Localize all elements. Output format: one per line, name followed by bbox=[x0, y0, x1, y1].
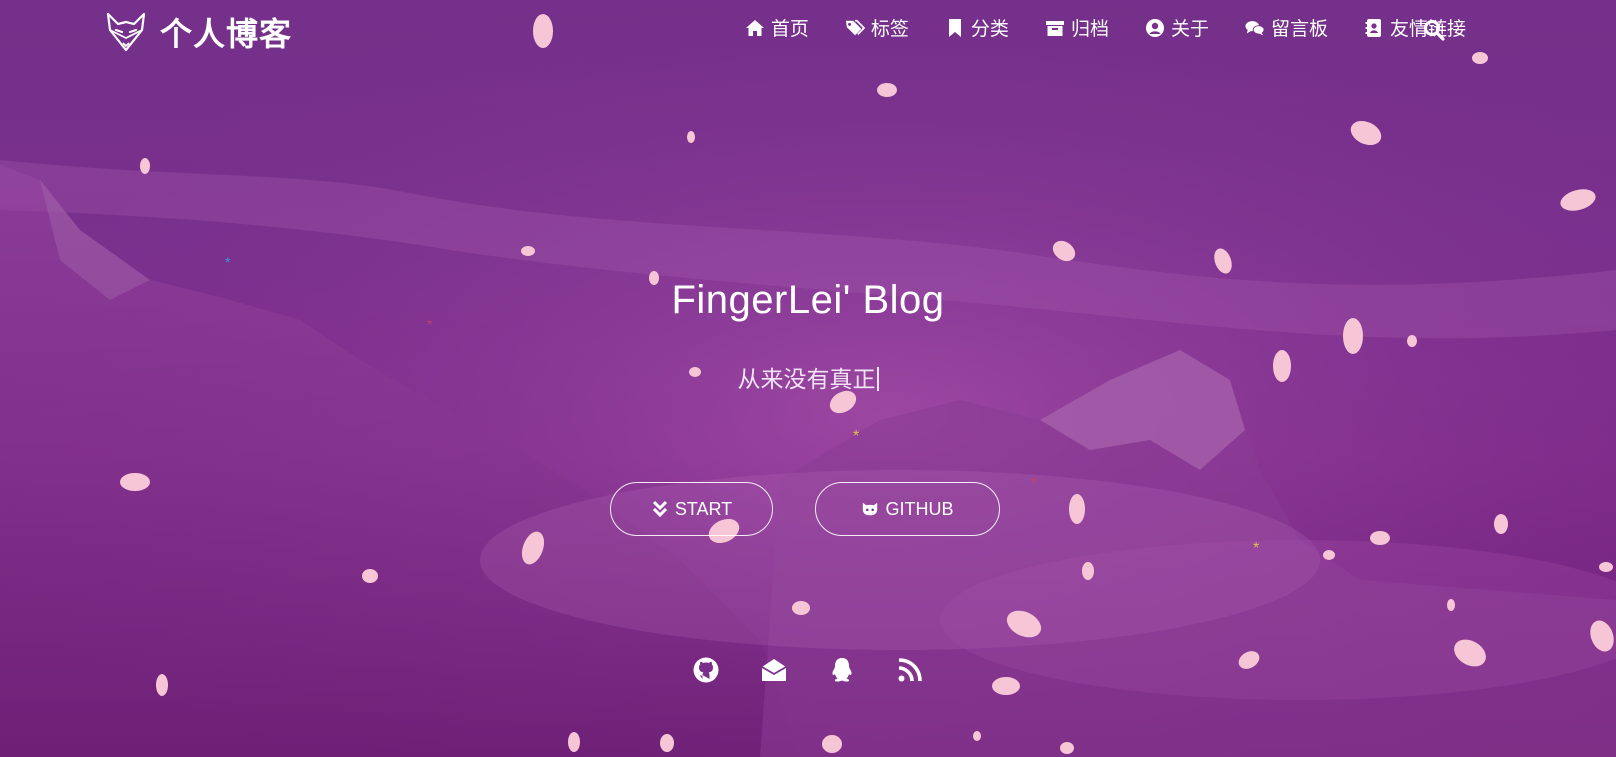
hero-subtitle: 从来没有真正 bbox=[0, 360, 1616, 394]
start-button-label: START bbox=[674, 498, 733, 519]
nav-item-label: 标签 bbox=[870, 18, 909, 40]
nav-item-tags[interactable]: 标签 bbox=[845, 14, 909, 41]
nav-item-label: 留言板 bbox=[1270, 18, 1328, 40]
double-chevron-down-icon bbox=[652, 500, 667, 518]
bookmark-icon bbox=[948, 18, 961, 37]
nav-item-label: 首页 bbox=[770, 18, 809, 40]
start-button[interactable]: START bbox=[610, 482, 773, 536]
nav-item-about[interactable]: 关于 bbox=[1145, 14, 1209, 41]
svg-text:*: * bbox=[225, 256, 231, 268]
search-icon[interactable] bbox=[1422, 18, 1446, 42]
navbar: 个人博客 首页 标签 分类 归档 关于 留言板 友情链接 bbox=[0, 0, 1616, 64]
nav-item-guestbook[interactable]: 留言板 bbox=[1245, 14, 1328, 41]
fox-logo-icon bbox=[106, 12, 146, 52]
qq-icon[interactable] bbox=[828, 656, 856, 684]
nav-item-links[interactable]: 友情链接 bbox=[1364, 14, 1466, 41]
nav-item-categories[interactable]: 分类 bbox=[945, 14, 1009, 41]
svg-text:*: * bbox=[853, 428, 859, 442]
brand-title: 个人博客 bbox=[160, 15, 293, 53]
main-menu: 首页 标签 分类 归档 关于 留言板 友情链接 bbox=[709, 14, 1466, 41]
home-icon bbox=[745, 19, 764, 36]
social-links bbox=[0, 656, 1616, 684]
address-book-icon bbox=[1365, 18, 1381, 37]
user-circle-icon bbox=[1145, 18, 1164, 37]
svg-text:*: * bbox=[1031, 476, 1037, 488]
comments-icon bbox=[1245, 20, 1265, 35]
nav-item-label: 归档 bbox=[1070, 18, 1109, 40]
github-alt-icon bbox=[863, 502, 878, 516]
github-button-label: GITHUB bbox=[885, 498, 954, 519]
email-icon[interactable] bbox=[760, 656, 788, 684]
archive-icon bbox=[1045, 20, 1064, 36]
brand-link[interactable]: 个人博客 bbox=[104, 8, 292, 56]
github-icon[interactable] bbox=[692, 656, 720, 684]
rss-icon[interactable] bbox=[896, 656, 924, 684]
github-button[interactable]: GITHUB bbox=[815, 482, 1000, 536]
nav-item-label: 分类 bbox=[970, 18, 1009, 40]
nav-item-archives[interactable]: 归档 bbox=[1045, 14, 1109, 41]
tags-icon bbox=[845, 19, 865, 35]
nav-item-home[interactable]: 首页 bbox=[745, 14, 809, 41]
nav-item-label: 关于 bbox=[1170, 18, 1209, 40]
hero-subtitle-text: 从来没有真正 bbox=[737, 367, 876, 393]
svg-text:*: * bbox=[1253, 540, 1259, 554]
hero-title: FingerLei' Blog bbox=[671, 278, 945, 322]
typing-cursor bbox=[876, 367, 879, 391]
